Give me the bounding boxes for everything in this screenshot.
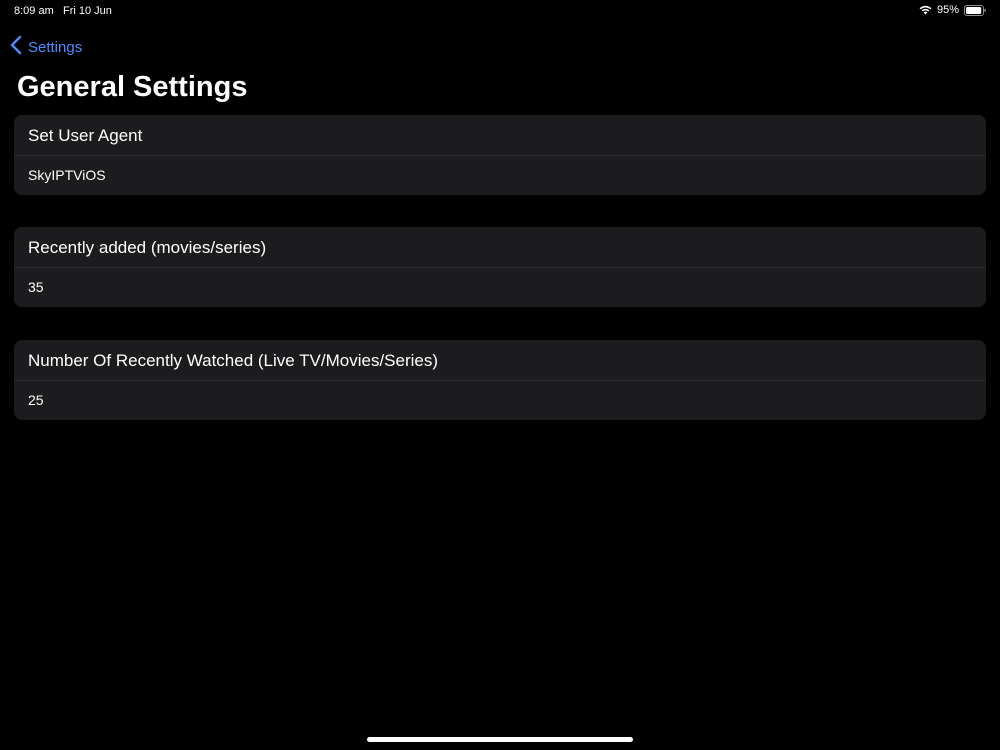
setting-card-recently-added: Recently added (movies/series) 35 (14, 227, 986, 307)
setting-label: Recently added (movies/series) (28, 238, 267, 257)
recently-added-field[interactable]: 35 (28, 279, 968, 295)
recently-watched-field[interactable]: 25 (28, 392, 968, 408)
battery-icon (964, 4, 986, 16)
page-title: General Settings (17, 71, 248, 103)
setting-card-recently-watched: Number Of Recently Watched (Live TV/Movi… (14, 340, 986, 420)
user-agent-field[interactable]: SkyIPTViOS (28, 167, 968, 183)
chevron-left-icon (10, 35, 22, 60)
divider (14, 267, 986, 268)
divider (14, 155, 986, 156)
setting-card-user-agent: Set User Agent SkyIPTViOS (14, 115, 986, 195)
setting-label: Number Of Recently Watched (Live TV/Movi… (28, 351, 439, 370)
status-bar: 8:09 am Fri 10 Jun 95% (0, 0, 1000, 22)
back-button[interactable]: Settings (10, 35, 82, 60)
back-button-label: Settings (28, 39, 83, 56)
home-indicator[interactable] (367, 737, 633, 742)
status-date: Fri 10 Jun (63, 5, 112, 17)
wifi-icon (919, 5, 932, 15)
divider (14, 380, 986, 381)
battery-percent: 95% (936, 4, 959, 16)
status-time: 8:09 am (14, 5, 54, 17)
status-indicators: 95% (919, 4, 986, 16)
setting-label: Set User Agent (28, 126, 143, 145)
